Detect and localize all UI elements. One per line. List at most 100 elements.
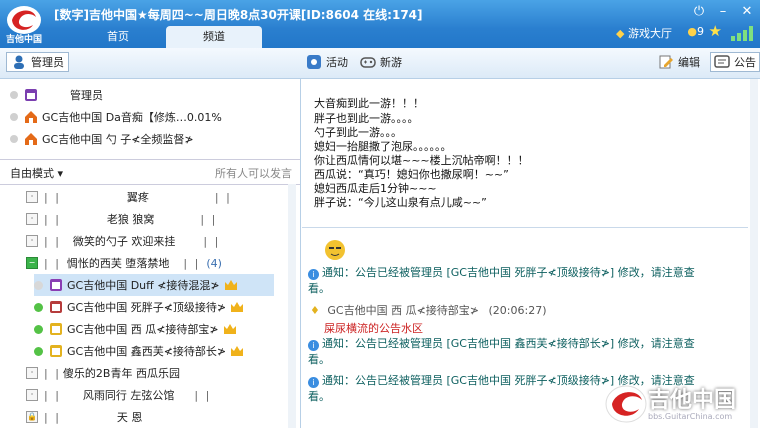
notice-label: 公告: [734, 56, 756, 69]
chat-scrollbar[interactable]: [750, 79, 758, 428]
status-dot: [10, 135, 18, 143]
notice-text-cont: 看。: [308, 282, 330, 295]
channel-tree: · | | 翼疼 | | · | | 老狼 狼窝 | | · | | 微笑的勺子 欢迎…: [0, 184, 284, 428]
tab-channel[interactable]: 频道: [166, 26, 262, 48]
notice-button[interactable]: 公告: [710, 52, 760, 72]
admin-icon: [11, 54, 27, 70]
chevron-down-icon: ▾: [57, 167, 64, 180]
expand-icon[interactable]: ·: [26, 235, 38, 247]
collapse-icon[interactable]: −: [26, 257, 38, 269]
power-icon[interactable]: ⏻: [688, 2, 710, 22]
notice-text-cont: 看。: [308, 390, 330, 403]
room-row[interactable]: · | | 风雨同行 左弦公馆 | |: [0, 384, 284, 406]
tree-line: | |: [44, 366, 61, 380]
title-bar: 吉他中国 [数字]吉他中国★每周四~~周日晚8点30开课[ID:8604 在线:…: [0, 0, 760, 48]
admin-list: 管理员 GC吉他中国 Da音痴【修炼…0.01% GC吉他中国 勺 子≮全频监督…: [0, 79, 300, 155]
lock-icon[interactable]: 🔒: [26, 411, 38, 423]
tab-home[interactable]: 首页: [70, 26, 166, 48]
mode-label: 自由模式: [10, 167, 54, 180]
toolbar: 管理员 活动 新游 编辑 公告: [0, 48, 760, 79]
coin-count: ●9: [687, 25, 704, 38]
admin-name: GC吉他中国 Da音痴【修炼…0.01%: [42, 111, 222, 124]
expand-icon[interactable]: ·: [26, 367, 38, 379]
crown-icon: [223, 323, 237, 335]
room-name: 惆怅的西芙 堕落禁地: [66, 257, 170, 270]
mode-dropdown[interactable]: 自由模式 ▾: [10, 165, 63, 181]
game-lobby-link[interactable]: ◆ 游戏大厅: [616, 25, 672, 41]
admin-list-item[interactable]: GC吉他中国 勺 子≮全频监督≯: [10, 129, 194, 149]
user-name: GC吉他中国 Duff ≮接待混混≯: [67, 279, 220, 292]
logo-text: 吉他中国: [5, 35, 42, 45]
room-row[interactable]: · | | 老狼 狼窝 | |: [0, 208, 284, 230]
new-game-button[interactable]: 新游: [360, 54, 402, 70]
minimize-button[interactable]: –: [712, 2, 734, 22]
admin-header-label: 管理员: [70, 89, 103, 102]
room-row-expanded[interactable]: − | | 惆怅的西芙 堕落禁地 | | (4): [0, 252, 284, 274]
notice-icon: [714, 54, 730, 70]
info-icon: i: [308, 377, 319, 388]
crown-icon: [230, 301, 244, 313]
house-user-icon: [24, 110, 38, 124]
crown-icon: [224, 279, 238, 291]
new-game-label: 新游: [380, 56, 402, 69]
user-name: GC吉他中国 死胖子≮顶级接待≯: [67, 301, 227, 314]
status-dot: [34, 302, 43, 312]
status-dot: [10, 91, 18, 99]
activity-button[interactable]: 活动: [306, 54, 348, 70]
admin-button[interactable]: 管理员: [6, 52, 69, 72]
game-lobby-icon: ◆: [616, 27, 625, 40]
info-icon: i: [308, 269, 319, 280]
room-row[interactable]: · | | 傻乐的2B青年 西瓜乐园: [0, 362, 284, 384]
status-dot: [34, 280, 43, 290]
tree-line: | |: [44, 256, 61, 270]
watermark-url: bbs.GuitarChina.com: [648, 412, 733, 421]
admin-list-item[interactable]: GC吉他中国 Da音痴【修炼…0.01%: [10, 107, 222, 127]
room-name: 风雨同行 左弦公馆: [82, 389, 175, 402]
mode-note: 所有人可以发言: [215, 167, 292, 180]
notice-text: 通知：公告已经被管理员 [GC吉他中国 死胖子≮顶级接待≯] 修改，请注意查: [322, 266, 695, 279]
room-name: 天 恩: [116, 411, 143, 424]
edit-button[interactable]: 编辑: [658, 54, 700, 70]
star-icon[interactable]: ★: [709, 22, 722, 40]
edit-icon: [658, 54, 674, 70]
window-title: [数字]吉他中国★每周四~~周日晚8点30开课[ID:8604 在线:174]: [54, 8, 423, 22]
coin-icon: ●: [687, 25, 697, 38]
tree-line: | |: [44, 234, 61, 248]
left-panel: 管理员 GC吉他中国 Da音痴【修炼…0.01% GC吉他中国 勺 子≮全频监督…: [0, 79, 301, 428]
activity-label: 活动: [326, 56, 348, 69]
tree-line: | |: [44, 190, 61, 204]
notice-text-cont: 看。: [308, 353, 330, 366]
expand-icon[interactable]: ·: [26, 213, 38, 225]
watermark: 吉他中国 bbs.GuitarChina.com: [604, 382, 756, 426]
room-row[interactable]: 🔒 | | 天 恩: [0, 406, 284, 428]
gamepad-icon: [360, 54, 376, 70]
expand-icon[interactable]: ·: [26, 191, 38, 203]
tree-line: | |: [203, 234, 221, 248]
game-lobby-label: 游戏大厅: [628, 27, 672, 40]
chat-sender[interactable]: GC吉他中国 西 瓜≮接待部宝≯: [327, 304, 479, 317]
tree-line: | |: [200, 212, 218, 226]
mode-bar: 自由模式 ▾ 所有人可以发言: [0, 159, 300, 185]
info-icon: i: [308, 340, 319, 351]
status-dot: [34, 324, 43, 334]
chat-time: (20:06:27): [488, 304, 547, 317]
room-row[interactable]: · | | 翼疼 | |: [0, 186, 284, 208]
tree-line: | |: [44, 410, 61, 424]
user-row[interactable]: GC吉他中国 鑫西芙≮接待部长≯: [34, 340, 274, 362]
room-name: 翼疼: [126, 191, 149, 204]
room-row[interactable]: · | | 微笑的勺子 欢迎来挂 | |: [0, 230, 284, 252]
user-row[interactable]: GC吉他中国 死胖子≮顶级接待≯: [34, 296, 274, 318]
room-name: 微笑的勺子 欢迎来挂: [72, 235, 176, 248]
tree-scrollbar[interactable]: [288, 184, 296, 428]
room-user-count: (4): [206, 256, 222, 270]
status-dot: [10, 113, 18, 121]
status-dot: [34, 346, 43, 356]
user-row[interactable]: GC吉他中国 Duff ≮接待混混≯: [34, 274, 274, 296]
emoticon-icon: [324, 239, 346, 264]
user-row[interactable]: GC吉他中国 西 瓜≮接待部宝≯: [34, 318, 274, 340]
announcement-area: 大音痴到此一游！！！ 胖子也到此一游。。。。 勺子到此一游。。。 媳妇一抬腿撒了…: [302, 79, 748, 228]
coin-count-value: 9: [697, 25, 704, 38]
close-button[interactable]: ✕: [736, 2, 758, 22]
expand-icon[interactable]: ·: [26, 389, 38, 401]
room-name: 老狼 狼窝: [106, 213, 155, 226]
